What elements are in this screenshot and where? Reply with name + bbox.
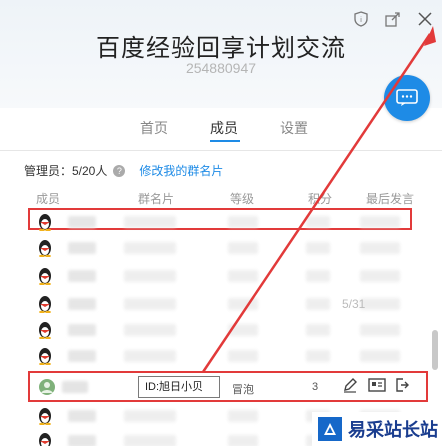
annotation-arrow-icon (201, 26, 436, 373)
watermark: 易采站长站 (312, 412, 442, 446)
watermark-text: 易采站长站 (348, 420, 438, 440)
watermark-logo-icon (318, 417, 342, 441)
group-window: 百度经验回享计划交流 254880947 i 首页 成员 设置 管理员：5/20… (0, 0, 442, 446)
